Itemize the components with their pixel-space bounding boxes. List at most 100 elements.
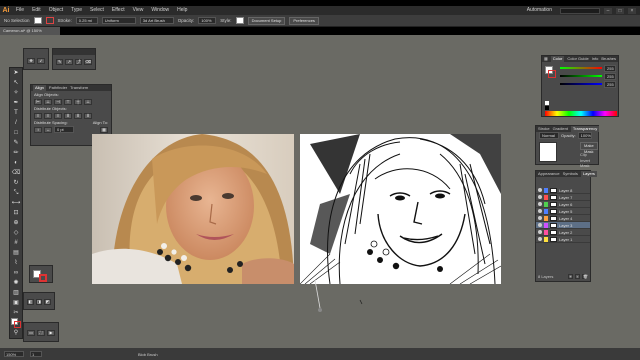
slider-b[interactable] — [560, 83, 602, 85]
document-setup-button[interactable]: Document Setup — [247, 16, 286, 25]
selection-tool-icon[interactable]: ➤ — [10, 68, 22, 78]
eye-icon[interactable] — [538, 202, 542, 206]
eyedropper-icon[interactable]: ⌇ — [10, 258, 22, 268]
dist-hcenter-icon[interactable]: ⦀ — [74, 112, 82, 119]
line-tool-icon[interactable]: / — [10, 118, 22, 128]
blend-mode-select[interactable]: Normal — [539, 132, 559, 139]
convert-anchor-icon[interactable]: ⤴ — [74, 58, 83, 65]
blob-brush-tool-icon[interactable]: ◐ — [10, 158, 22, 168]
eye-icon[interactable] — [538, 237, 542, 241]
white-chip[interactable] — [545, 101, 549, 105]
artboard-tool-icon[interactable]: ▣ — [10, 298, 22, 308]
variable-width-profile[interactable]: Uniform — [101, 17, 136, 24]
eye-icon[interactable] — [538, 216, 542, 220]
color-g-field[interactable]: 255 — [604, 73, 616, 80]
color-stroke-swatch[interactable] — [548, 70, 556, 78]
full-screen-icon[interactable]: ⛶ — [37, 329, 45, 336]
tab-pathfinder[interactable]: Pathfinder — [49, 85, 67, 91]
workspace-switcher[interactable]: Automation — [523, 6, 556, 15]
symbol-sprayer-icon[interactable]: ✺ — [10, 278, 22, 288]
align-vcenter-icon[interactable]: ┼ — [74, 98, 82, 105]
delete-layer-icon[interactable]: 🗑 — [582, 274, 588, 279]
menu-effect[interactable]: Effect — [108, 6, 129, 15]
screen-mode-icon[interactable]: ▭ — [27, 329, 35, 336]
eye-icon[interactable] — [538, 188, 542, 192]
slice-tool-icon[interactable]: ✂ — [10, 308, 22, 318]
menu-select[interactable]: Select — [86, 6, 108, 15]
eye-icon[interactable] — [538, 223, 542, 227]
space-horizontal-icon[interactable]: ↔ — [44, 126, 52, 133]
width-tool-icon[interactable]: ⟷ — [10, 198, 22, 208]
move-icon[interactable]: ✥ — [27, 57, 35, 64]
slider-r[interactable] — [560, 67, 602, 69]
layer-row[interactable]: Layer 5 — [536, 208, 590, 215]
stroke-swatch-large[interactable] — [39, 274, 47, 282]
menu-window[interactable]: Window — [147, 6, 173, 15]
tab-brushes[interactable]: Brushes — [601, 56, 616, 62]
align-left-icon[interactable]: ⊢ — [34, 98, 42, 105]
eye-icon[interactable] — [538, 195, 542, 199]
close-icon[interactable]: × — [628, 7, 636, 14]
transparency-opacity-field[interactable]: 100% — [577, 132, 592, 139]
blend-tool-icon[interactable]: ∞ — [10, 268, 22, 278]
clip-checkbox[interactable]: Clip — [580, 152, 587, 157]
layer-row[interactable]: Layer 4 — [536, 215, 590, 222]
fill-swatch[interactable] — [33, 17, 42, 24]
graph-tool-icon[interactable]: ▥ — [10, 288, 22, 298]
eye-icon[interactable] — [538, 209, 542, 213]
align-bottom-icon[interactable]: ⊥ — [84, 98, 92, 105]
opacity-field[interactable]: 100% — [198, 17, 217, 24]
layer-name[interactable]: Layer 3 — [559, 223, 572, 228]
dist-top-icon[interactable]: ≡ — [34, 112, 42, 119]
layer-name[interactable]: Layer 5 — [559, 209, 572, 214]
menu-edit[interactable]: Edit — [28, 6, 45, 15]
align-top-icon[interactable]: ⊤ — [64, 98, 72, 105]
fill-stroke-indicator[interactable] — [11, 318, 21, 328]
maximize-icon[interactable]: □ — [616, 7, 624, 14]
tab-appearance[interactable]: Appearance — [538, 171, 560, 177]
invert-mask-checkbox[interactable]: Invert Mask — [580, 158, 598, 168]
draw-inside-icon[interactable]: ◩ — [44, 298, 52, 305]
scale-tool-icon[interactable]: ⤡ — [10, 188, 22, 198]
align-to-icon[interactable]: ▦ — [100, 126, 108, 133]
layer-row[interactable]: Layer 2 — [536, 229, 590, 236]
menu-object[interactable]: Object — [45, 6, 67, 15]
draw-normal-icon[interactable]: ◧ — [27, 298, 34, 305]
dist-left-icon[interactable]: ⦀ — [64, 112, 72, 119]
rotate-tool-icon[interactable]: ↻ — [10, 178, 22, 188]
zoom-tool-icon[interactable]: ⚲ — [10, 328, 22, 338]
free-transform-icon[interactable]: ⊡ — [10, 208, 22, 218]
search-input[interactable] — [560, 7, 600, 14]
layer-row[interactable]: Layer 8 — [536, 187, 590, 194]
layer-name[interactable]: Layer 1 — [559, 237, 572, 242]
tab-symbols[interactable]: Symbols — [563, 171, 578, 177]
align-right-icon[interactable]: ⊣ — [54, 98, 62, 105]
menu-view[interactable]: View — [129, 6, 148, 15]
eraser-tool-icon[interactable]: ⌫ — [10, 168, 22, 178]
spacing-value-field[interactable]: 0 pt — [54, 126, 74, 133]
document-tab[interactable]: Cameron.ai* @ 150% (RGB/Preview) — [0, 27, 60, 41]
menu-help[interactable]: Help — [173, 6, 191, 15]
tab-align[interactable]: Align — [33, 85, 46, 91]
make-mask-button[interactable]: Make Mask — [580, 142, 598, 154]
tab-info[interactable]: Info — [592, 56, 599, 62]
tab-layers[interactable]: Layers — [580, 171, 597, 177]
align-hcenter-icon[interactable]: ⊥ — [44, 98, 52, 105]
presentation-icon[interactable]: ▶ — [47, 329, 55, 336]
layer-name[interactable]: Layer 4 — [559, 216, 572, 221]
space-vertical-icon[interactable]: ↕ — [34, 126, 42, 133]
reference-photo[interactable] — [92, 134, 294, 284]
zoom-field[interactable]: 150% — [4, 351, 24, 357]
layer-name[interactable]: Layer 2 — [559, 230, 572, 235]
layer-name[interactable]: Layer 7 — [559, 195, 572, 200]
layer-row[interactable]: Layer 3 — [536, 222, 590, 229]
layer-row[interactable]: Layer 6 — [536, 201, 590, 208]
page-field[interactable]: 1 — [30, 351, 42, 357]
delete-anchor-icon[interactable]: ⌫ — [84, 58, 93, 65]
tab-swatches[interactable]: ▦ — [544, 56, 548, 62]
eye-icon[interactable] — [538, 230, 542, 234]
direct-selection-tool-icon[interactable]: ↖ — [10, 78, 22, 88]
dist-bottom-icon[interactable]: ≡ — [54, 112, 62, 119]
pen-icon[interactable]: ✎ — [56, 58, 64, 65]
tab-color[interactable]: Color — [550, 56, 565, 62]
